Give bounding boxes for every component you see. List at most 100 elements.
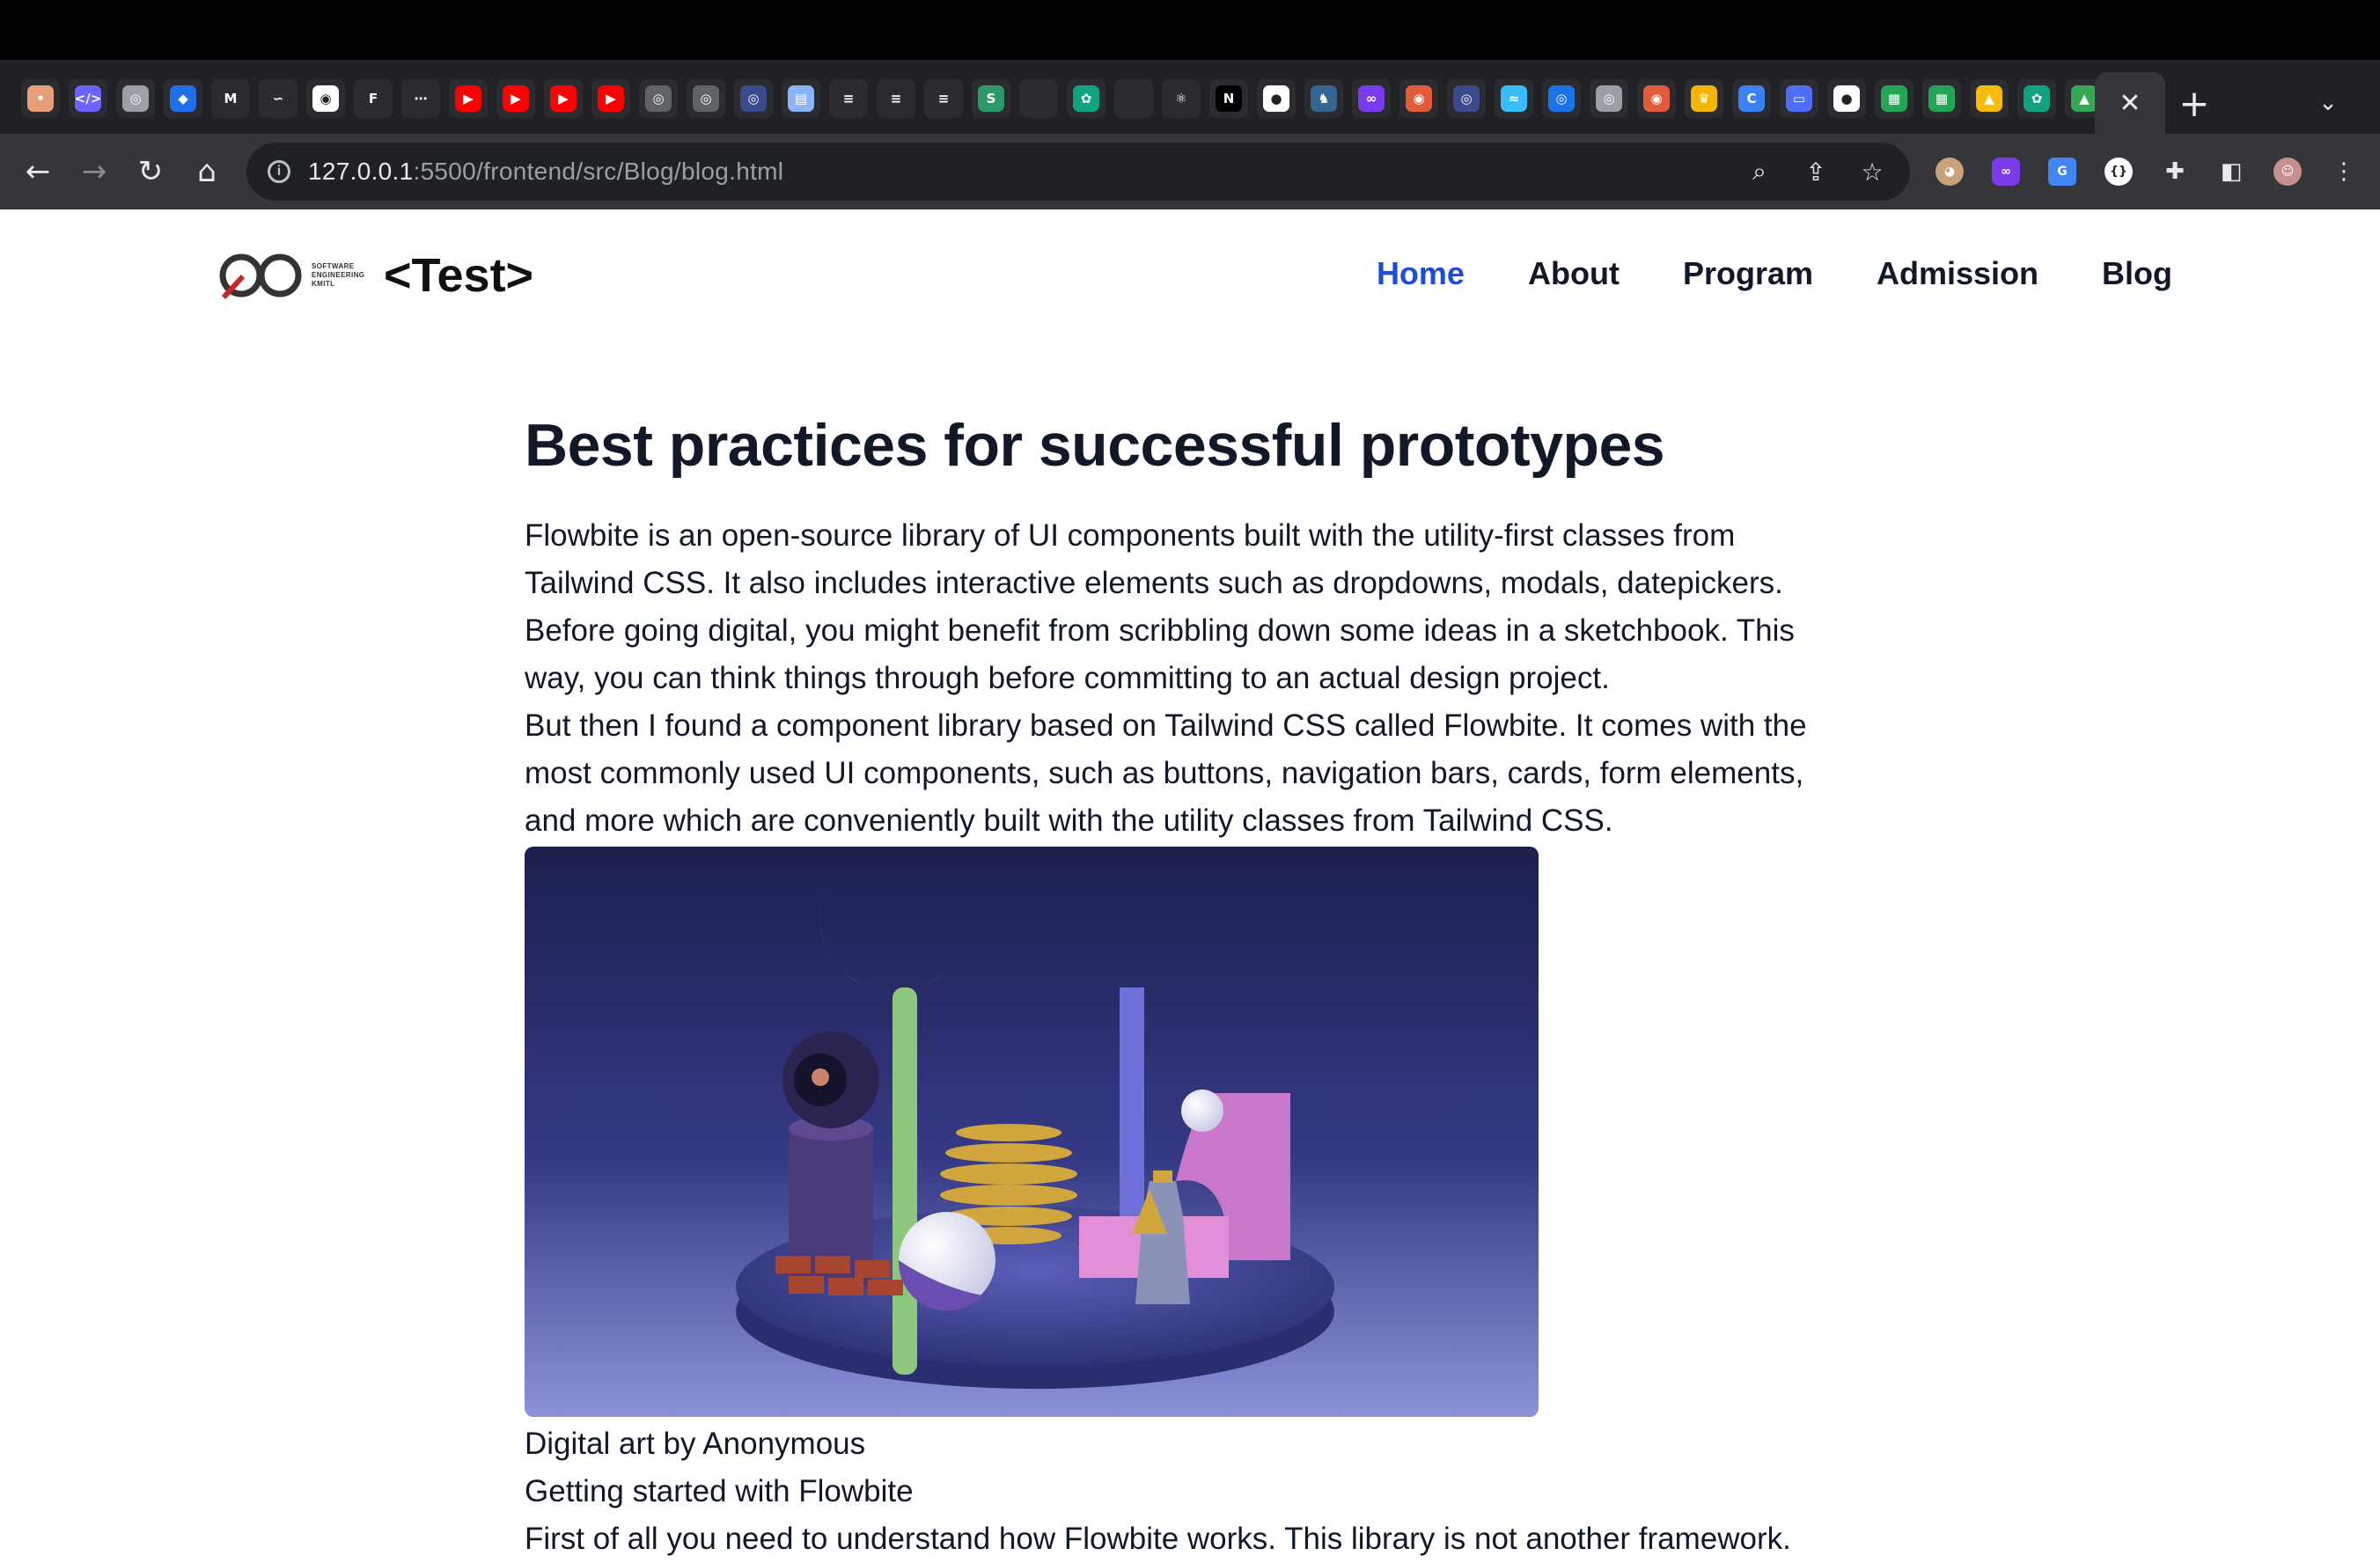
browser-tab[interactable]: • bbox=[21, 79, 60, 118]
browser-tab[interactable]: ▶ bbox=[449, 79, 488, 118]
extension-infinity-icon[interactable]: ∞ bbox=[1984, 150, 2028, 194]
circle-icon: ◎ bbox=[1596, 85, 1622, 112]
logo-text-line: ENGINEERING bbox=[312, 271, 365, 279]
nav-program[interactable]: Program bbox=[1683, 255, 1813, 292]
nav-about[interactable]: About bbox=[1528, 255, 1620, 292]
extension-owl-icon[interactable]: ◕ bbox=[1928, 150, 1972, 194]
browser-tab[interactable]: ♛ bbox=[1685, 79, 1723, 118]
browser-tab[interactable]: ◎ bbox=[1542, 79, 1581, 118]
home-button[interactable]: ⌂ bbox=[185, 150, 229, 194]
browser-tab[interactable]: ♞ bbox=[1304, 79, 1343, 118]
browser-tab[interactable]: ▶ bbox=[496, 79, 535, 118]
browser-tab[interactable]: ≈ bbox=[1495, 79, 1533, 118]
browser-tab[interactable]: ⋯ bbox=[401, 79, 440, 118]
browser-tab[interactable]: ◉ bbox=[1637, 79, 1676, 118]
close-icon[interactable]: ✕ bbox=[2119, 88, 2141, 119]
browser-tab[interactable]: ▦ bbox=[1922, 79, 1961, 118]
browser-tab[interactable]: ▭ bbox=[1780, 79, 1818, 118]
menu-kebab-icon[interactable]: ⋮ bbox=[2322, 150, 2366, 194]
browser-tab[interactable]: ≡ bbox=[924, 79, 963, 118]
browser-tab[interactable]: ▶ bbox=[591, 79, 630, 118]
url-text[interactable]: 127.0.0.1:5500/frontend/src/Blog/blog.ht… bbox=[308, 158, 783, 186]
browser-tab[interactable]: ✿ bbox=[2017, 79, 2056, 118]
reload-button[interactable]: ↻ bbox=[129, 150, 173, 194]
circle-icon: ◎ bbox=[1453, 85, 1480, 112]
browser-tab[interactable]: ◉ bbox=[306, 79, 345, 118]
stack-icon: ≡ bbox=[930, 85, 957, 112]
arrow-right-icon: → bbox=[81, 154, 107, 189]
info-icon[interactable]: i bbox=[268, 160, 290, 183]
browser-tab[interactable] bbox=[1019, 79, 1058, 118]
browser-tab[interactable]: ◉ bbox=[1399, 79, 1438, 118]
site-logo[interactable]: SOFTWARE ENGINEERING KMITL bbox=[217, 250, 364, 301]
nav-home[interactable]: Home bbox=[1377, 255, 1465, 292]
home-icon: ⌂ bbox=[197, 154, 217, 189]
extensions-puzzle-icon[interactable]: ✚ bbox=[2153, 150, 2197, 194]
browser-tab[interactable]: ≡ bbox=[877, 79, 915, 118]
brand-name[interactable]: <Test> bbox=[384, 248, 533, 303]
browser-tab[interactable] bbox=[1114, 79, 1153, 118]
image-caption: Digital art by Anonymous bbox=[525, 1427, 866, 1461]
browser-tab[interactable]: S bbox=[972, 79, 1010, 118]
article-paragraph: But then I found a component library bas… bbox=[525, 708, 1807, 838]
drive-icon: ▲ bbox=[2071, 85, 2097, 112]
forward-button[interactable]: → bbox=[72, 150, 116, 194]
share-icon[interactable]: ⇪ bbox=[1794, 150, 1838, 194]
browser-tab[interactable]: ▤ bbox=[782, 79, 820, 118]
nav-blog[interactable]: Blog bbox=[2102, 255, 2172, 292]
tailwind-icon: ≈ bbox=[1501, 85, 1527, 112]
blog-article: Best practices for successful prototypes… bbox=[525, 403, 1845, 1563]
extension-json-icon[interactable]: {} bbox=[2097, 150, 2141, 194]
new-tab-button[interactable]: + bbox=[2172, 81, 2216, 125]
browser-tab[interactable]: ● bbox=[1827, 79, 1866, 118]
side-panel-icon[interactable]: ◧ bbox=[2209, 150, 2253, 194]
address-bar-actions: ⌕ ⇪ ☆ bbox=[1737, 150, 1894, 194]
browser-tab[interactable]: F bbox=[354, 79, 393, 118]
doc-icon: ▤ bbox=[788, 85, 814, 112]
browser-tab[interactable]: N bbox=[1209, 79, 1248, 118]
screen-icon: ▭ bbox=[1786, 85, 1812, 112]
active-tab[interactable]: ✕ bbox=[2095, 72, 2165, 134]
bookmark-star-icon[interactable]: ☆ bbox=[1850, 150, 1894, 194]
drive-icon: ▲ bbox=[1976, 85, 2002, 112]
zoom-icon[interactable]: ⌕ bbox=[1737, 150, 1781, 194]
extension-translate-icon[interactable]: G bbox=[2040, 150, 2084, 194]
chevron-down-icon: ⌄ bbox=[2318, 90, 2338, 116]
browser-tab[interactable]: ∞ bbox=[1352, 79, 1391, 118]
circle-icon: ◎ bbox=[1548, 85, 1575, 112]
profile-avatar[interactable]: ☺ bbox=[2266, 150, 2310, 194]
browser-tab[interactable]: C bbox=[1732, 79, 1771, 118]
browser-tab[interactable]: ◎ bbox=[639, 79, 678, 118]
browser-tab[interactable]: ▲ bbox=[1970, 79, 2009, 118]
stack-icon: ≡ bbox=[835, 85, 862, 112]
orbit-icon: ◎ bbox=[122, 85, 149, 112]
browser-tab[interactable]: ✿ bbox=[1067, 79, 1106, 118]
browser-tab[interactable]: ∽ bbox=[259, 79, 298, 118]
nav-admission[interactable]: Admission bbox=[1877, 255, 2038, 292]
browser-tab[interactable]: ▶ bbox=[544, 79, 583, 118]
screen-top-bar bbox=[0, 0, 2380, 60]
browser-tab[interactable]: ◎ bbox=[1590, 79, 1628, 118]
dots-icon: ⋯ bbox=[408, 85, 434, 112]
circle-icon: ◎ bbox=[645, 85, 672, 112]
browser-tab[interactable]: </> bbox=[69, 79, 107, 118]
browser-tab[interactable]: ● bbox=[1257, 79, 1296, 118]
arrow-left-icon: ← bbox=[25, 154, 51, 189]
browser-tab[interactable]: ⚛ bbox=[1162, 79, 1201, 118]
apple-icon bbox=[1025, 85, 1052, 112]
logo-text: SOFTWARE ENGINEERING KMITL bbox=[312, 262, 364, 289]
browser-tab[interactable]: ≡ bbox=[829, 79, 868, 118]
tab-search-button[interactable]: ⌄ bbox=[2306, 81, 2350, 125]
browser-tab[interactable]: ◎ bbox=[687, 79, 725, 118]
browser-tab[interactable]: ◆ bbox=[164, 79, 202, 118]
browser-tab[interactable]: ◎ bbox=[116, 79, 155, 118]
url-host: 127.0.0.1 bbox=[308, 158, 414, 185]
stack-icon: ≡ bbox=[883, 85, 909, 112]
browser-tab[interactable]: ◎ bbox=[1447, 79, 1486, 118]
browser-tab[interactable]: ▦ bbox=[1875, 79, 1914, 118]
address-bar[interactable]: i 127.0.0.1:5500/frontend/src/Blog/blog.… bbox=[246, 143, 1910, 201]
browser-tab[interactable]: ◎ bbox=[734, 79, 773, 118]
elephant-icon: ♞ bbox=[1311, 85, 1337, 112]
browser-tab[interactable]: M bbox=[211, 79, 250, 118]
back-button[interactable]: ← bbox=[16, 150, 60, 194]
